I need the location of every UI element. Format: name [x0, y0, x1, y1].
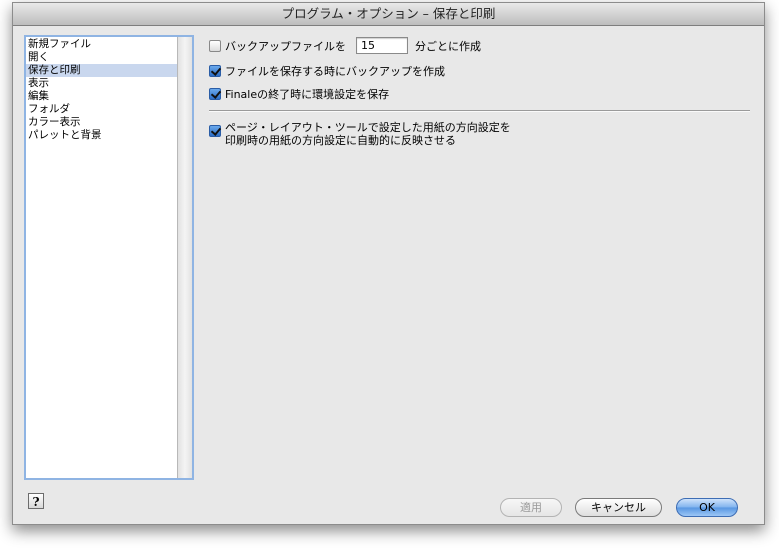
ok-button[interactable]: OK: [676, 498, 738, 517]
category-item-open[interactable]: 開く: [26, 51, 177, 64]
backup-on-save-row: ファイルを保存する時にバックアップを作成: [209, 63, 445, 79]
page-orientation-text: ページ・レイアウト・ツールで設定した用紙の方向設定を 印刷時の用紙の方向設定に自…: [225, 121, 511, 147]
page-orientation-row: ページ・レイアウト・ツールで設定した用紙の方向設定を 印刷時の用紙の方向設定に自…: [209, 121, 511, 147]
category-item-edit[interactable]: 編集: [26, 90, 177, 103]
backup-interval-checkbox[interactable]: [209, 39, 221, 52]
section-divider: [209, 110, 750, 112]
category-item-view[interactable]: 表示: [26, 77, 177, 90]
backup-on-save-label: ファイルを保存する時にバックアップを作成: [225, 65, 445, 78]
save-prefs-label: Finaleの終了時に環境設定を保存: [225, 88, 390, 101]
save-prefs-checkbox[interactable]: [209, 88, 221, 100]
backup-interval-input[interactable]: 15: [356, 37, 408, 54]
backup-on-save-checkbox[interactable]: [209, 65, 221, 77]
category-list-scrollbar[interactable]: [177, 37, 192, 478]
category-list-items: 新規ファイル 開く 保存と印刷 表示 編集 フォルダ カラー表示 パレットと背景: [26, 37, 177, 478]
backup-interval-unit-label: 分ごとに作成: [415, 39, 481, 53]
page-orientation-label-line1: ページ・レイアウト・ツールで設定した用紙の方向設定を: [225, 121, 511, 134]
page-orientation-checkbox[interactable]: [209, 125, 221, 137]
help-button[interactable]: ?: [28, 493, 44, 509]
category-item-save-print[interactable]: 保存と印刷: [26, 64, 177, 77]
options-dialog: プログラム・オプション – 保存と印刷 新規ファイル 開く 保存と印刷 表示 編…: [12, 2, 765, 525]
category-item-color[interactable]: カラー表示: [26, 116, 177, 129]
category-list[interactable]: 新規ファイル 開く 保存と印刷 表示 編集 フォルダ カラー表示 パレットと背景: [24, 35, 194, 480]
page-orientation-label-line2: 印刷時の用紙の方向設定に自動的に反映させる: [225, 134, 456, 147]
category-item-folders[interactable]: フォルダ: [26, 103, 177, 116]
window-title: プログラム・オプション – 保存と印刷: [13, 3, 764, 26]
category-item-palettes[interactable]: パレットと背景: [26, 129, 177, 142]
category-item-new-file[interactable]: 新規ファイル: [26, 38, 177, 51]
backup-interval-label: バックアップファイルを: [225, 39, 346, 53]
apply-button[interactable]: 適用: [500, 498, 562, 517]
save-prefs-row: Finaleの終了時に環境設定を保存: [209, 86, 389, 102]
backup-interval-row: バックアップファイルを 15 分ごとに作成: [209, 37, 481, 54]
cancel-button[interactable]: キャンセル: [575, 498, 662, 517]
